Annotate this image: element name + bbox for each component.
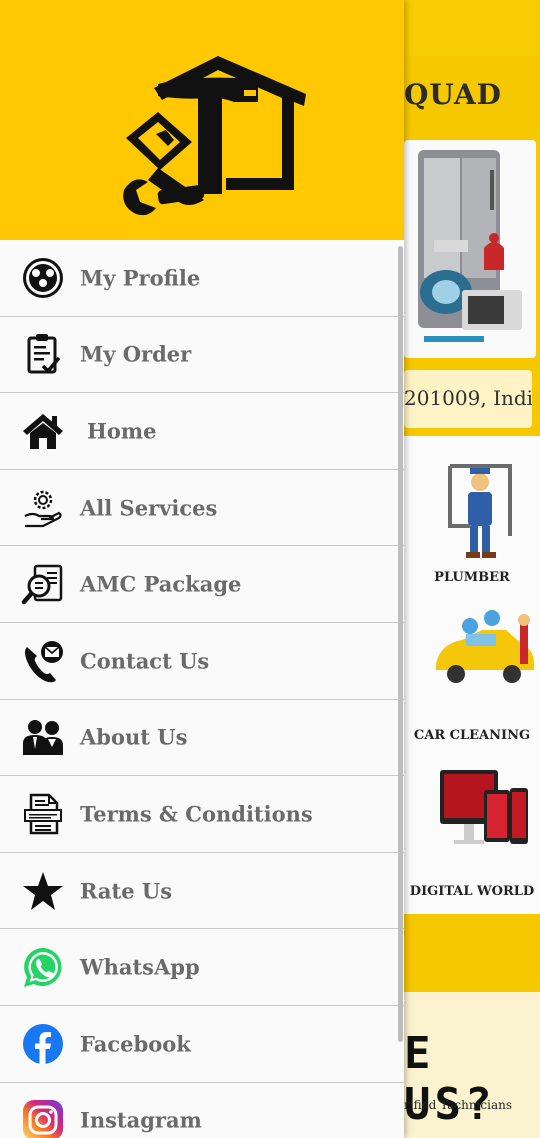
why-us-heading: E US? bbox=[404, 1028, 496, 1130]
menu-item-rate-us[interactable]: Rate Us bbox=[0, 852, 404, 930]
menu-item-label: Instagram bbox=[80, 1107, 202, 1133]
background-why-us-banner: E US? rified Tachnicians bbox=[404, 992, 540, 1138]
menu-item-amc-package[interactable]: AMC Package bbox=[0, 546, 404, 623]
background-services-grid: PLUMBER CAR CLEANING DIGITAL WORLD bbox=[404, 436, 540, 914]
menu-item-about-us[interactable]: About Us bbox=[0, 699, 404, 777]
about-people-icon bbox=[20, 714, 66, 760]
service-label-digital-world[interactable]: DIGITAL WORLD bbox=[404, 884, 540, 899]
menu-item-label: Facebook bbox=[80, 1031, 191, 1057]
home-icon bbox=[20, 408, 66, 454]
navigation-drawer: My Profile My Order Home All Services AM… bbox=[0, 0, 404, 1138]
menu-item-my-order[interactable]: My Order bbox=[0, 316, 404, 394]
why-us-caption: rified Tachnicians bbox=[404, 1098, 513, 1112]
amc-package-icon bbox=[20, 561, 66, 607]
menu-item-home[interactable]: Home bbox=[0, 393, 404, 470]
service-label-car-cleaning[interactable]: CAR CLEANING bbox=[404, 728, 540, 743]
menu-item-label: All Services bbox=[80, 495, 218, 521]
services-gear-hand-icon bbox=[20, 485, 66, 531]
menu-item-whatsapp[interactable]: WhatsApp bbox=[0, 929, 404, 1006]
order-clipboard-icon bbox=[20, 331, 66, 377]
menu-item-terms-conditions[interactable]: Terms & Conditions bbox=[0, 776, 404, 853]
menu-item-label: WhatsApp bbox=[80, 954, 200, 980]
drawer-scrollbar[interactable] bbox=[398, 246, 403, 1042]
menu-item-label: My Profile bbox=[80, 265, 201, 291]
menu-item-label: About Us bbox=[80, 724, 188, 750]
background-appliance-banner[interactable] bbox=[404, 140, 536, 358]
star-icon bbox=[20, 868, 66, 914]
whatsapp-icon bbox=[20, 944, 66, 990]
drawer-header bbox=[0, 0, 404, 240]
background-address-bar[interactable]: 201009, India bbox=[404, 370, 532, 428]
background-app-title: QUAD bbox=[404, 78, 502, 111]
menu-item-contact-us[interactable]: Contact Us bbox=[0, 622, 404, 700]
menu-item-facebook[interactable]: Facebook bbox=[0, 1005, 404, 1083]
menu-item-label: AMC Package bbox=[80, 571, 242, 597]
service-label-plumber[interactable]: PLUMBER bbox=[404, 570, 540, 585]
instagram-icon bbox=[20, 1097, 66, 1138]
plumber-illustration bbox=[448, 464, 512, 558]
contact-phone-mail-icon bbox=[20, 638, 66, 684]
menu-item-label: Home bbox=[87, 418, 157, 444]
terms-document-icon bbox=[20, 791, 66, 837]
digital-world-illustration bbox=[440, 770, 528, 844]
menu-item-label: Contact Us bbox=[80, 648, 210, 674]
house-hammer-wrench-logo bbox=[123, 56, 306, 216]
facebook-icon bbox=[20, 1021, 66, 1067]
profile-icon bbox=[20, 255, 66, 301]
menu-item-label: Rate Us bbox=[80, 878, 173, 904]
menu-item-all-services[interactable]: All Services bbox=[0, 469, 404, 547]
menu-item-my-profile[interactable]: My Profile bbox=[0, 240, 404, 317]
menu-item-label: My Order bbox=[80, 341, 192, 367]
menu-item-instagram[interactable]: Instagram bbox=[0, 1082, 404, 1138]
menu-item-label: Terms & Conditions bbox=[80, 801, 313, 827]
appliances-illustration bbox=[418, 150, 522, 342]
car-cleaning-illustration bbox=[436, 610, 534, 683]
drawer-menu: My Profile My Order Home All Services AM… bbox=[0, 240, 404, 1138]
